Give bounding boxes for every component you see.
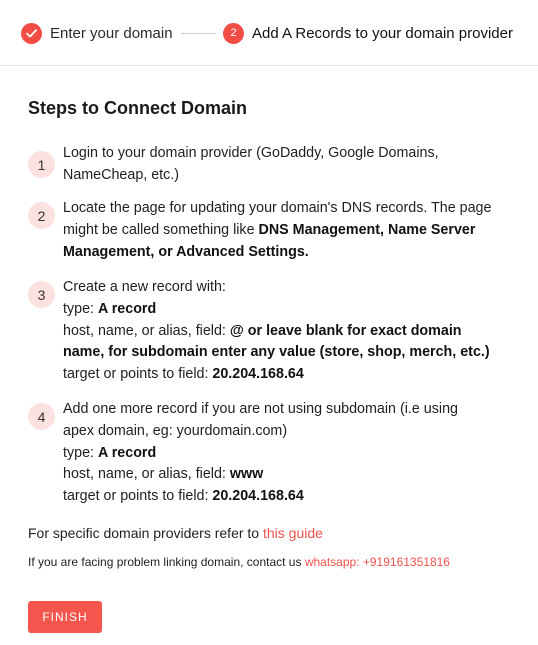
- step-number-badge: 2: [28, 202, 55, 229]
- step-line: Create a new record with:: [63, 279, 226, 295]
- record-type: type: A record: [63, 300, 157, 317]
- step-add-a-records[interactable]: 2 Add A Records to your domain provider: [223, 22, 513, 44]
- step-text: Login to your domain provider (GoDaddy, …: [63, 143, 523, 187]
- step-number-badge: 2: [223, 22, 244, 44]
- guide-link[interactable]: this guide: [263, 525, 323, 541]
- page-title: Steps to Connect Domain: [28, 98, 248, 118]
- finish-button[interactable]: FINISH: [28, 601, 102, 633]
- stepper: Enter your domain 2 Add A Records to you…: [0, 0, 538, 66]
- step-label: Add A Records to your domain provider: [252, 24, 513, 42]
- step-line: NameCheap, etc.): [63, 166, 180, 183]
- step-number-badge: 1: [28, 151, 55, 178]
- step-line: might be called something like DNS Manag…: [63, 221, 476, 238]
- contact-text: If you are facing problem linking domain…: [28, 555, 450, 569]
- step-enter-domain[interactable]: Enter your domain: [21, 22, 173, 44]
- step-connector: [181, 33, 216, 34]
- step-text: Add one more record if you are not using…: [63, 399, 523, 508]
- record-host: host, name, or alias, field: @ or leave …: [63, 322, 462, 339]
- step-line: Locate the page for updating your domain…: [63, 200, 492, 216]
- record-target: target or points to field: 20.204.168.64: [63, 488, 304, 505]
- record-host-continued: name, for subdomain enter any value (sto…: [63, 344, 490, 361]
- step-line: Add one more record if you are not using…: [63, 401, 458, 417]
- step-line: Management, or Advanced Settings.: [63, 243, 309, 260]
- step-number-badge: 3: [28, 281, 55, 308]
- main-content: Steps to Connect Domain 1 Login to your …: [28, 95, 523, 633]
- check-icon: [21, 22, 42, 44]
- step-label: Enter your domain: [50, 24, 173, 42]
- whatsapp-link[interactable]: whatsapp: +919161351816: [305, 555, 450, 569]
- guide-text: For specific domain providers refer to t…: [28, 525, 323, 541]
- record-target: target or points to field: 20.204.168.64: [63, 366, 304, 383]
- record-type: type: A record: [63, 444, 157, 461]
- step-line: Login to your domain provider (GoDaddy, …: [63, 145, 439, 161]
- step-text: Create a new record with: type: A record…: [63, 277, 523, 386]
- record-host: host, name, or alias, field: www: [63, 466, 264, 483]
- step-line: apex domain, eg: yourdomain.com): [63, 422, 288, 439]
- step-number-badge: 4: [28, 403, 55, 430]
- step-text: Locate the page for updating your domain…: [63, 198, 523, 263]
